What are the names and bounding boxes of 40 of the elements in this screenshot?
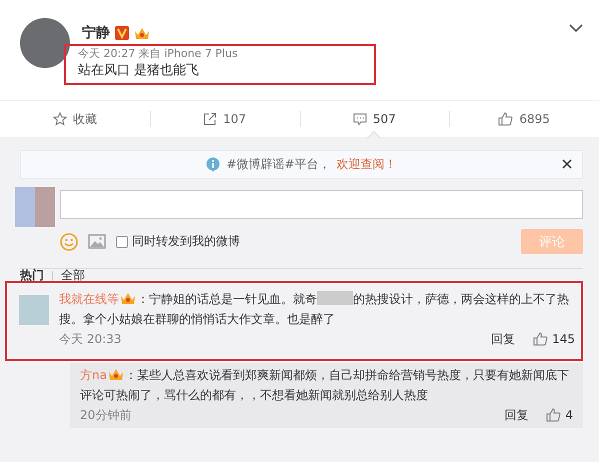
comment-text: 我就在线等 ：宁静姐的话总是一针见血。就奇 的热搜设计，萨德，两会这样的上不了热搜。拿个小姑娘在群聊的悄悄话大作文章。也是醉了 <box>59 290 570 328</box>
star-icon <box>52 112 67 126</box>
thumbs-up-icon <box>498 112 514 126</box>
comment-icon <box>352 112 367 126</box>
close-icon[interactable] <box>562 159 572 169</box>
crown-icon <box>120 291 136 305</box>
image-icon[interactable] <box>88 234 106 249</box>
info-icon <box>206 157 220 172</box>
share-icon <box>203 112 218 126</box>
post-text: 站在风口 是猪也能飞 <box>78 62 200 80</box>
repost-button[interactable]: 107 <box>150 101 300 137</box>
thumbs-up-icon[interactable] <box>546 408 562 422</box>
reply-text: 方na ：某些人总喜欢说看到郑爽新闻都烦，自己却拼命给营销号热度，只要有她新闻底下评论可热闹了，骂什么的都有，，不想看她新闻就别总给别人热度 <box>80 366 570 404</box>
notice-text: #微博辟谣#平台， <box>226 156 331 173</box>
comment-filter-tab[interactable]: 全部 <box>61 269 93 282</box>
notice-link[interactable]: 欢迎查阅！ <box>336 156 397 173</box>
author-name[interactable]: 宁静 <box>82 24 110 42</box>
like-button[interactable]: 6895 <box>449 101 599 137</box>
reply-link[interactable]: 回复 <box>504 406 528 424</box>
crown-icon <box>134 26 150 40</box>
comment-filter-tab[interactable]: 热门 <box>20 269 52 282</box>
blurred-text <box>317 291 353 305</box>
verified-icon <box>115 26 129 40</box>
post-time: 今天 20:27 来自 iPhone 7 Plus <box>78 46 239 61</box>
smiley-icon[interactable] <box>60 232 78 250</box>
favorite-button[interactable]: 收藏 <box>0 101 150 137</box>
thumbs-up-icon[interactable] <box>533 332 548 346</box>
pixelated-avatar <box>15 187 55 227</box>
comment-time: 今天 20:33 <box>59 330 122 348</box>
checkbox-label: 同时转发到我的微博 <box>132 233 240 250</box>
comment-input[interactable] <box>60 190 583 219</box>
like-count: 4 <box>565 408 573 422</box>
avatar-photo[interactable] <box>20 18 70 68</box>
comment-button[interactable]: 507 <box>300 101 450 137</box>
repost-checkbox[interactable] <box>116 236 128 248</box>
chevron-down-icon[interactable] <box>569 24 583 32</box>
crown-icon <box>108 367 124 381</box>
reply-time: 20分钟前 <box>80 406 132 424</box>
reply-link[interactable]: 回复 <box>491 330 516 348</box>
like-count: 145 <box>552 332 575 346</box>
